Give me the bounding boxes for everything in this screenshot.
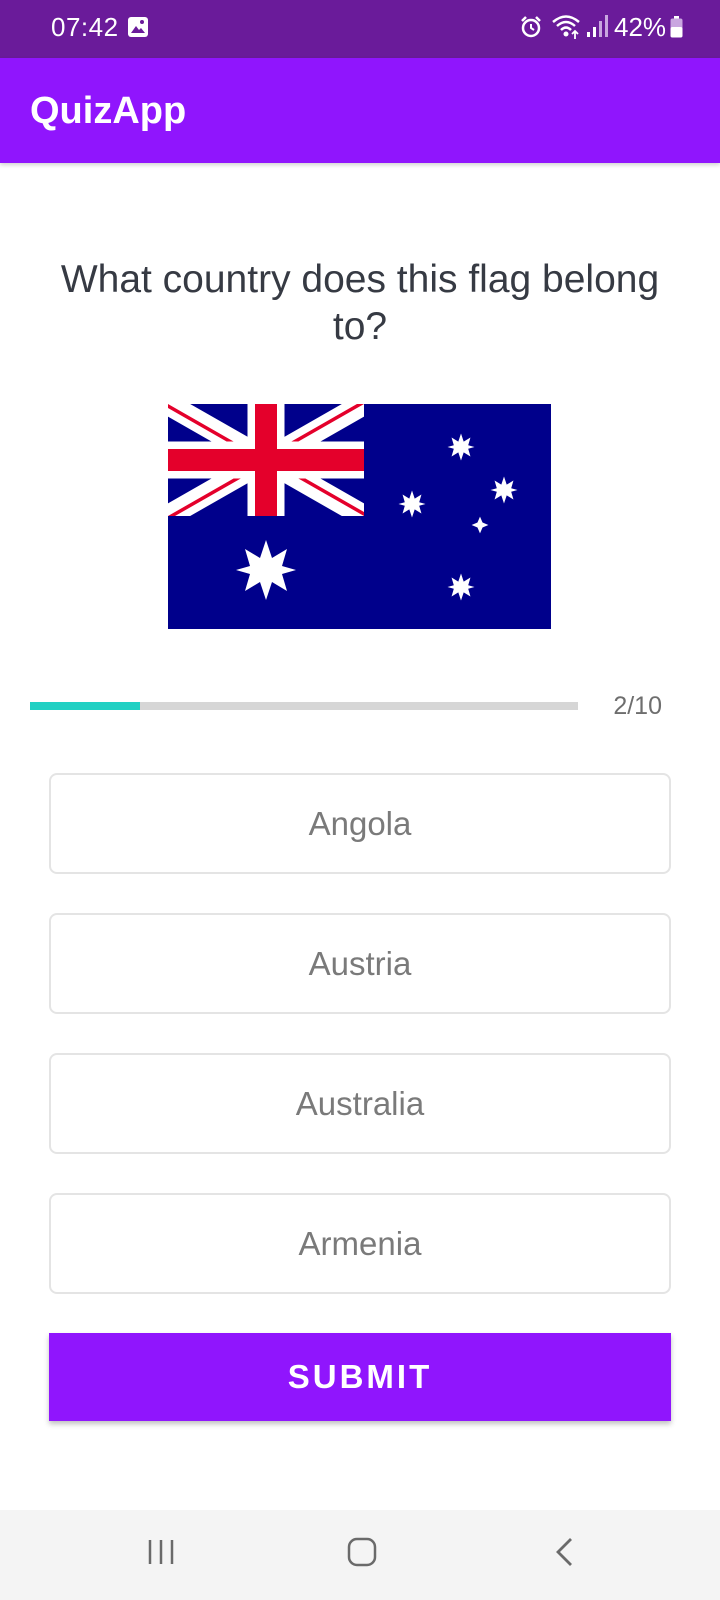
submit-button[interactable]: SUBMIT xyxy=(49,1333,671,1421)
wifi-icon xyxy=(551,13,583,46)
battery-icon xyxy=(670,16,683,43)
option-label: Austria xyxy=(308,944,412,982)
gallery-icon xyxy=(127,16,149,43)
status-bar: 07:42 42% xyxy=(0,0,720,58)
progress-text: 2/10 xyxy=(613,692,662,720)
option-australia[interactable]: Australia xyxy=(49,1053,671,1154)
progress-bar-fill xyxy=(30,702,140,710)
progress-bar xyxy=(30,702,578,710)
signal-icon xyxy=(585,13,609,44)
flag-image xyxy=(168,404,551,629)
home-icon[interactable] xyxy=(347,1537,377,1572)
question-text: What country does this flag belong to? xyxy=(60,258,660,348)
option-label: Armenia xyxy=(298,1224,422,1262)
recents-icon[interactable] xyxy=(146,1537,176,1572)
status-time: 07:42 xyxy=(51,12,119,42)
option-angola[interactable]: Angola xyxy=(49,773,671,874)
option-label: Angola xyxy=(308,804,412,842)
alarm-icon xyxy=(519,15,543,44)
back-icon[interactable] xyxy=(553,1536,577,1573)
app-title: QuizApp xyxy=(30,90,187,132)
option-armenia[interactable]: Armenia xyxy=(49,1193,671,1294)
app-bar: QuizApp xyxy=(0,58,720,163)
option-label: Australia xyxy=(295,1084,425,1122)
navigation-bar xyxy=(0,1510,720,1600)
battery-percentage: 42% xyxy=(614,12,667,42)
option-austria[interactable]: Austria xyxy=(49,913,671,1014)
